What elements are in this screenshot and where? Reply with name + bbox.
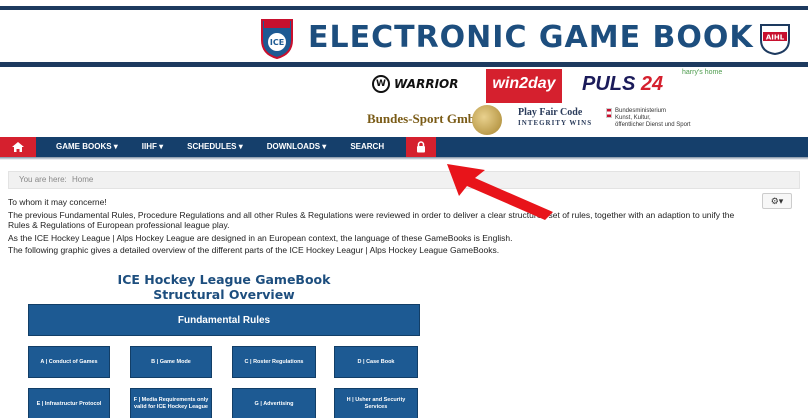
intro-paragraph-1: The previous Fundamental Rules, Procedur… xyxy=(8,209,735,231)
diagram-title-line-1: ICE Hockey League GameBook xyxy=(117,272,331,287)
ice-logo[interactable]: ICE xyxy=(258,16,296,60)
diagram-title: ICE Hockey League GameBook Structural Ov… xyxy=(28,272,420,302)
intro-greeting: To whom it may concerne! xyxy=(8,197,107,207)
nav-game-books[interactable]: GAME BOOKS ▾ xyxy=(36,137,130,157)
advertising-box[interactable]: G | Advertising xyxy=(232,388,316,418)
intro-paragraph-2: As the ICE Hockey League | Alps Hockey L… xyxy=(8,232,513,243)
play-fair-code-tagline: INTEGRITY WINS xyxy=(518,119,593,127)
ministry-line-1: Bundesministerium xyxy=(615,108,667,114)
conduct-of-games-box[interactable]: A | Conduct of Games xyxy=(28,346,110,378)
intro-paragraph-3: The following graphic gives a detailed o… xyxy=(8,245,500,255)
sponsor-warrior-label: WARRIOR xyxy=(394,77,459,91)
sponsor-win2day[interactable]: win2day xyxy=(486,69,562,103)
sponsor-puls24[interactable]: PULS 24 xyxy=(582,73,663,96)
aihl-logo[interactable]: AIHL xyxy=(758,22,792,56)
home-icon xyxy=(12,142,24,152)
fundamental-rules-box[interactable]: Fundamental Rules xyxy=(28,304,420,336)
main-nav: GAME BOOKS ▾ IIHF ▾ SCHEDULES ▾ DOWNLOAD… xyxy=(0,137,808,157)
ministry-line-3: öffentlicher Dienst und Sport xyxy=(615,122,691,128)
sponsor-puls-label: PULS xyxy=(582,73,636,95)
sponsor-ministry[interactable]: Bundesministerium Kunst, Kultur, öffentl… xyxy=(606,108,691,129)
ice-logo-text: ICE xyxy=(270,38,284,47)
breadcrumb-prefix: You are here: xyxy=(19,175,67,184)
aihl-logo-text: AIHL xyxy=(766,34,785,42)
infrastructur-protocol-box[interactable]: E | Infrastructur Protocol xyxy=(28,388,110,418)
breadcrumb-home-link[interactable]: Home xyxy=(72,175,93,184)
ministry-line-2: Kunst, Kultur, xyxy=(615,115,651,121)
site-title: ELECTRONIC GAME BOOK xyxy=(308,20,754,55)
sponsor-bar: W WARRIOR win2day PULS 24 harry's home B… xyxy=(0,67,808,137)
roster-regulations-box[interactable]: C | Roster Regulations xyxy=(232,346,316,378)
lock-icon xyxy=(417,141,426,153)
play-fair-code-title: Play Fair Code xyxy=(518,107,583,118)
sponsor-harrys-home[interactable]: harry's home xyxy=(682,69,722,77)
diagram-title-line-2: Structural Overview xyxy=(153,287,295,302)
game-mode-box[interactable]: B | Game Mode xyxy=(130,346,212,378)
structural-overview-diagram: ICE Hockey League GameBook Structural Ov… xyxy=(28,272,420,418)
breadcrumb: You are here: Home xyxy=(8,171,800,189)
usher-security-services-box[interactable]: H | Usher and Security Services xyxy=(334,388,418,418)
settings-dropdown-button[interactable]: ⚙▾ xyxy=(762,193,792,209)
media-requirements-box[interactable]: F | Media Requirements only valid for IC… xyxy=(130,388,212,418)
intro-text: To whom it may concerne! The previous Fu… xyxy=(8,197,758,258)
case-book-box[interactable]: D | Case Book xyxy=(334,346,418,378)
nav-shadow xyxy=(0,157,808,160)
sponsor-play-fair-code[interactable]: Play Fair Code INTEGRITY WINS xyxy=(518,107,592,129)
nav-login-button[interactable] xyxy=(406,137,437,157)
nav-downloads[interactable]: DOWNLOADS ▾ xyxy=(255,137,339,157)
sponsor-warrior[interactable]: W WARRIOR xyxy=(372,75,458,93)
warrior-logo-icon: W xyxy=(372,75,390,93)
sponsor-puls-number: 24 xyxy=(640,73,664,95)
nav-schedules[interactable]: SCHEDULES ▾ xyxy=(175,137,255,157)
nav-home-button[interactable] xyxy=(0,137,36,157)
site-header: ICE ELECTRONIC GAME BOOK AIHL xyxy=(0,10,808,62)
nav-search[interactable]: SEARCH xyxy=(338,137,396,157)
austria-flag-icon xyxy=(606,108,612,118)
nav-iihf[interactable]: IIHF ▾ xyxy=(130,137,175,157)
sponsor-bundes-sport[interactable]: Bundes-Sport GmbH xyxy=(367,111,485,127)
bundes-sport-coin-icon xyxy=(472,105,502,135)
red-pointer-arrow xyxy=(447,164,553,220)
